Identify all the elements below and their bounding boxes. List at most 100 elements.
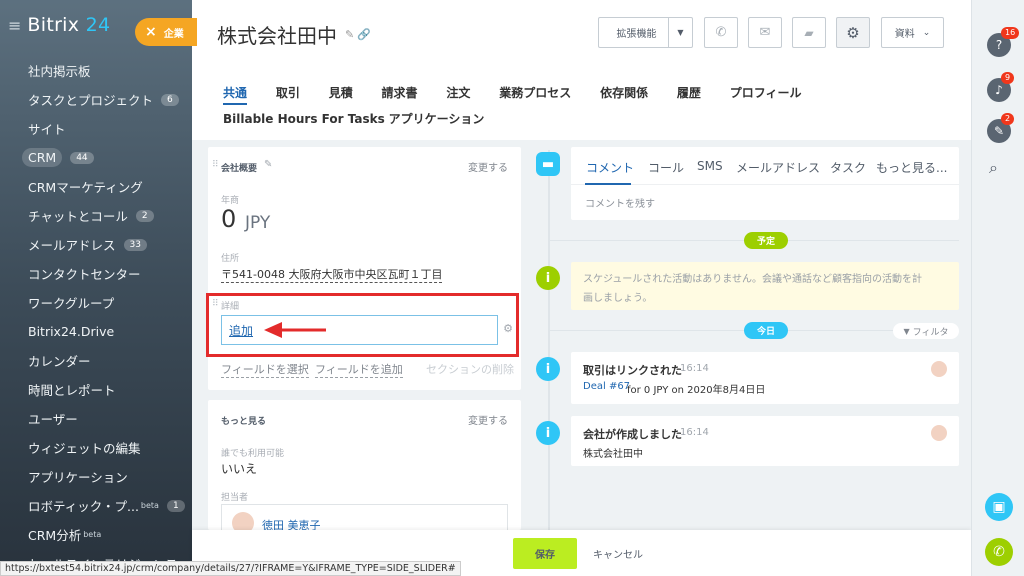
- logo-accent: 24: [85, 14, 111, 36]
- event-detail: 株式会社田中: [583, 449, 643, 460]
- add-field-link[interactable]: フィールドを追加: [315, 361, 403, 378]
- phone-icon[interactable]: ✆: [985, 538, 1013, 566]
- tab-invoices[interactable]: 請求書: [382, 80, 418, 106]
- tab-workflows[interactable]: 業務プロセス: [499, 80, 571, 106]
- open-lines-icon[interactable]: ▣: [985, 493, 1013, 521]
- sidebar-item-badge: 33: [123, 238, 147, 251]
- chevron-down-icon[interactable]: ▼: [668, 18, 692, 47]
- phone-icon: ✆: [715, 25, 727, 40]
- save-button[interactable]: 保存: [513, 538, 577, 569]
- sidebar-item-crm[interactable]: CRM 44: [0, 143, 192, 172]
- tab-task[interactable]: タスク: [830, 159, 866, 176]
- sidebar-item-users[interactable]: ユーザー: [0, 404, 192, 433]
- documents-button[interactable]: 資料 ⌄: [881, 17, 944, 48]
- link-icon[interactable]: 🔗: [357, 28, 371, 41]
- sidebar-item-calendar[interactable]: カレンダー: [0, 346, 192, 375]
- close-icon[interactable]: ×: [145, 24, 157, 40]
- chat-icon: ▰: [804, 25, 814, 40]
- tab-sms[interactable]: SMS: [697, 159, 723, 173]
- assignee-row[interactable]: 徳田 美恵子: [221, 504, 508, 534]
- extensions-button[interactable]: 拡張機能 ▼: [598, 17, 693, 48]
- info-icon: i: [536, 266, 560, 290]
- revenue-value: 0: [221, 205, 237, 233]
- tab-call[interactable]: コール: [648, 159, 684, 176]
- tab-applications[interactable]: アプリケーション: [389, 106, 485, 132]
- bell-icon[interactable]: ♪ 9: [987, 72, 1015, 102]
- envelope-icon: ✉: [759, 25, 771, 40]
- search-icon[interactable]: ⌕: [989, 158, 998, 178]
- activity-editor: コメント コール SMS メールアドレス タスク もっと見る... コメントを残…: [571, 147, 959, 220]
- address-label: 住所: [221, 254, 240, 264]
- deal-link[interactable]: Deal #67: [583, 381, 630, 392]
- sidebar-item-crm-marketing[interactable]: CRMマーケティング: [0, 172, 192, 201]
- sidebar-item-label: チャットとコール: [28, 209, 128, 224]
- planned-pill: 予定: [744, 232, 788, 249]
- tab-general[interactable]: 共通: [223, 83, 248, 105]
- info-icon: i: [536, 357, 560, 381]
- help-icon[interactable]: ? 16: [987, 27, 1020, 57]
- chat-button[interactable]: ▰: [792, 17, 826, 48]
- comment-placeholder[interactable]: コメントを残す: [585, 195, 655, 210]
- edit-title-icon[interactable]: ✎: [345, 28, 354, 41]
- tab-profile[interactable]: プロフィール: [730, 80, 802, 106]
- sidebar-item-applications[interactable]: アプリケーション: [0, 462, 192, 491]
- event-time: 16:14: [680, 427, 709, 438]
- chat-count: 2: [1001, 113, 1015, 125]
- annotation-arrow-icon: [264, 322, 326, 338]
- filter-button[interactable]: ▼ フィルタ: [893, 323, 959, 339]
- email-button[interactable]: ✉: [748, 17, 782, 48]
- select-field-link[interactable]: フィールドを選択: [221, 361, 309, 378]
- logo[interactable]: ≡ Bitrix 24: [8, 12, 110, 38]
- drag-handle-icon[interactable]: ⠿: [212, 160, 219, 170]
- phone-button[interactable]: ✆: [704, 17, 738, 48]
- sidebar-item-label: アプリケーション: [28, 470, 128, 485]
- tab-billable-hours[interactable]: Billable Hours For Tasks: [223, 106, 385, 132]
- sidebar-item-badge: 2: [135, 209, 154, 222]
- sidebar-item-contact-center[interactable]: コンタクトセンター: [0, 259, 192, 288]
- tab-history[interactable]: 履歴: [677, 80, 701, 106]
- sidebar-item-mail[interactable]: メールアドレス 33: [0, 230, 192, 259]
- sidebar-item-news[interactable]: 社内掲示板: [0, 56, 192, 85]
- sidebar-item-chat[interactable]: チャットとコール 2: [0, 201, 192, 230]
- sidebar-item-label: ユーザー: [28, 412, 78, 427]
- tab-deals[interactable]: 取引: [276, 80, 300, 106]
- tab-email[interactable]: メールアドレス: [736, 159, 820, 176]
- address-value[interactable]: 〒541-0048 大阪府大阪市中央区瓦町１丁目: [221, 266, 443, 283]
- sidebar-item-label: タスクとプロジェクト: [28, 93, 154, 108]
- sidebar-item-widgets[interactable]: ウィジェットの編集: [0, 433, 192, 462]
- sidebar-item-drive[interactable]: Bitrix24.Drive: [0, 317, 192, 346]
- available-value: いいえ: [221, 462, 258, 476]
- bell-count: 9: [1001, 72, 1015, 84]
- change-link[interactable]: 変更する: [468, 412, 508, 427]
- sidebar-item-time-reports[interactable]: 時間とレポート: [0, 375, 192, 404]
- cancel-button[interactable]: キャンセル: [593, 538, 643, 569]
- event-title: 取引はリンクされた: [583, 364, 682, 377]
- change-link[interactable]: 変更する: [468, 159, 508, 174]
- tab-comment[interactable]: コメント: [586, 159, 634, 176]
- sidebar-item-workgroups[interactable]: ワークグループ: [0, 288, 192, 317]
- settings-button[interactable]: ⚙: [836, 17, 870, 48]
- sidebar-item-sites[interactable]: サイト: [0, 114, 192, 143]
- page-title: 株式会社田中: [217, 24, 337, 48]
- sidebar-item-label: Bitrix24.Drive: [28, 324, 115, 339]
- edit-pencil-icon[interactable]: ✎: [264, 159, 272, 170]
- title-row: 株式会社田中 ✎ 🔗: [217, 20, 371, 49]
- menu-icon[interactable]: ≡: [8, 16, 21, 35]
- event-detail: for 0 JPY on 2020年8月4日日: [627, 385, 766, 396]
- chat-icon[interactable]: ✎ 2: [987, 113, 1015, 143]
- tab-orders[interactable]: 注文: [446, 80, 470, 106]
- tab-dependencies[interactable]: 依存関係: [600, 80, 648, 106]
- sidebar-item-label: CRM: [22, 148, 63, 167]
- left-sidebar: ≡ Bitrix 24 社内掲示板 タスクとプロジェクト 6 サイト CRM 44 …: [0, 0, 192, 576]
- chevron-down-icon: ⌄: [922, 27, 931, 38]
- sidebar-item-crm-analytics[interactable]: CRM分析 beta: [0, 520, 192, 549]
- planned-empty-card: スケジュールされた活動はありません。会議や通話など顧客指向の活動を計画しましょう…: [571, 262, 959, 310]
- sidebar-item-tasks[interactable]: タスクとプロジェクト 6: [0, 85, 192, 114]
- beta-tag: beta: [140, 501, 159, 510]
- tab-quotes[interactable]: 見積: [329, 80, 353, 106]
- documents-button-label: 資料: [894, 29, 915, 40]
- sidebar-item-label: 時間とレポート: [28, 383, 116, 398]
- sidebar-item-rpa[interactable]: ロボティック・プ... beta 1: [0, 491, 192, 520]
- tab-more[interactable]: もっと見る...: [876, 159, 947, 176]
- company-slider-tab[interactable]: × 企業: [135, 18, 197, 46]
